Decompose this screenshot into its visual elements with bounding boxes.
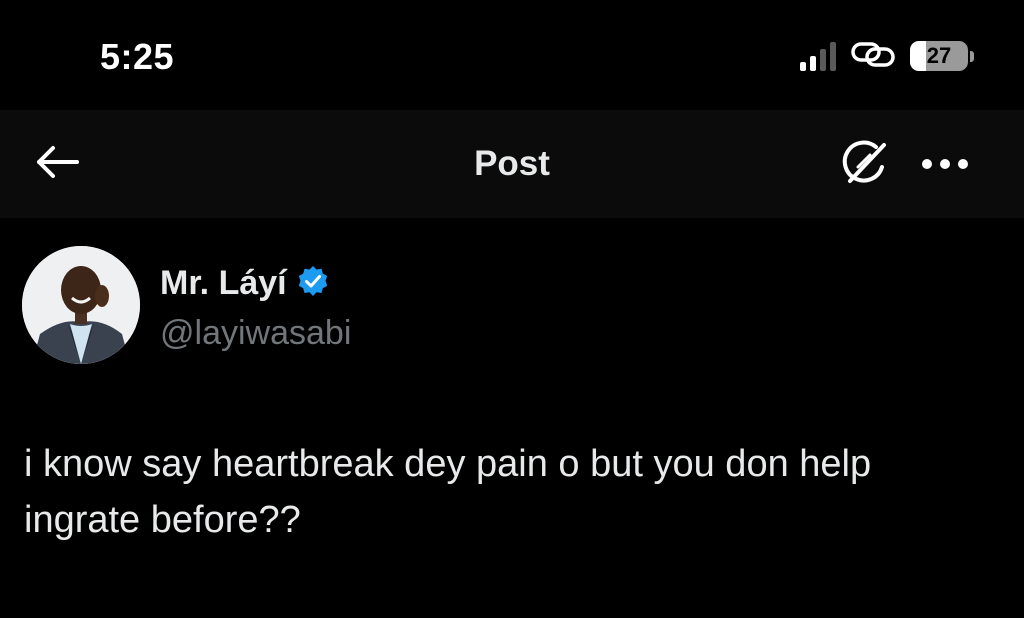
battery-level: 27 (926, 43, 952, 68)
author-name[interactable]: Mr. Láyí (160, 264, 287, 303)
post: Mr. Láyí @layiwasabi i know say heartbre… (0, 218, 1024, 618)
grok-icon (838, 137, 892, 196)
verified-badge-icon (297, 265, 329, 302)
status-time: 5:25 (100, 36, 175, 77)
status-icons: 27 (800, 38, 974, 74)
status-bar: 5:25 27 (0, 0, 1024, 110)
cellular-signal-icon (800, 41, 836, 71)
top-nav-bar: Post (0, 110, 1024, 218)
more-horizontal-icon (920, 157, 970, 176)
post-text: i know say heartbreak dey pain o but you… (24, 443, 872, 541)
more-options-button[interactable] (912, 140, 978, 192)
grok-button[interactable] (832, 140, 898, 192)
author-row: Mr. Láyí (160, 264, 329, 303)
avatar[interactable] (22, 246, 140, 364)
battery-icon: 27 (910, 41, 968, 71)
author-handle[interactable]: @layiwasabi (160, 314, 351, 353)
link-icon (850, 39, 896, 74)
